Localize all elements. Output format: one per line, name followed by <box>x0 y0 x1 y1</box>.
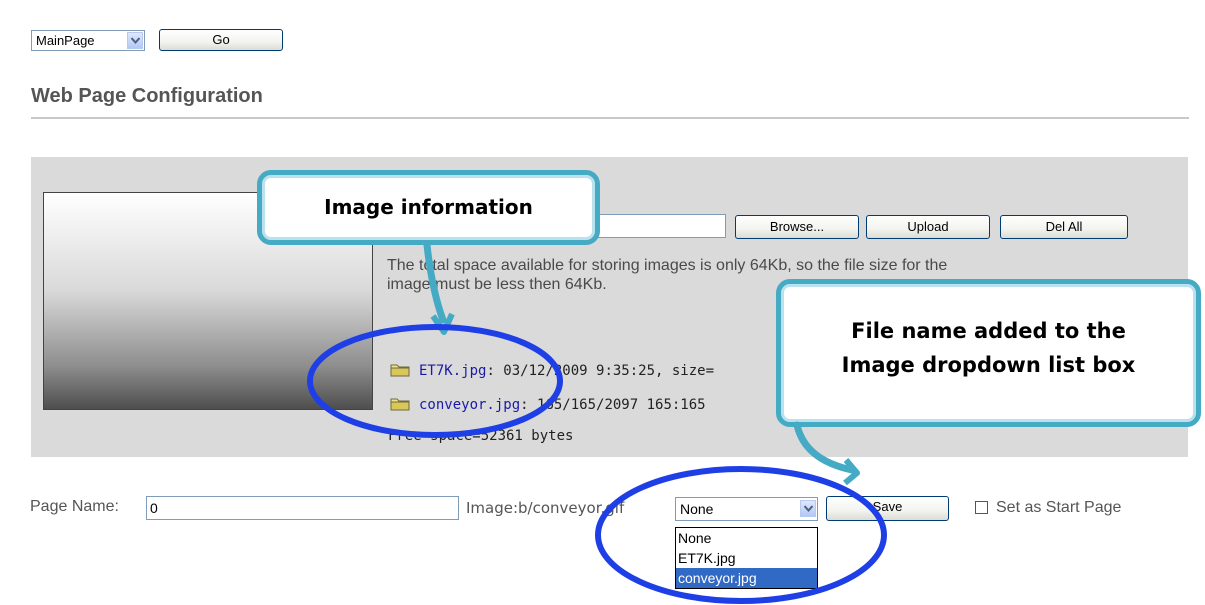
annotation-overlay <box>307 241 887 604</box>
callout-connector <box>793 421 856 474</box>
highlight-ellipse <box>307 324 563 438</box>
callout-connector <box>423 241 447 324</box>
highlight-ellipse <box>595 466 887 604</box>
